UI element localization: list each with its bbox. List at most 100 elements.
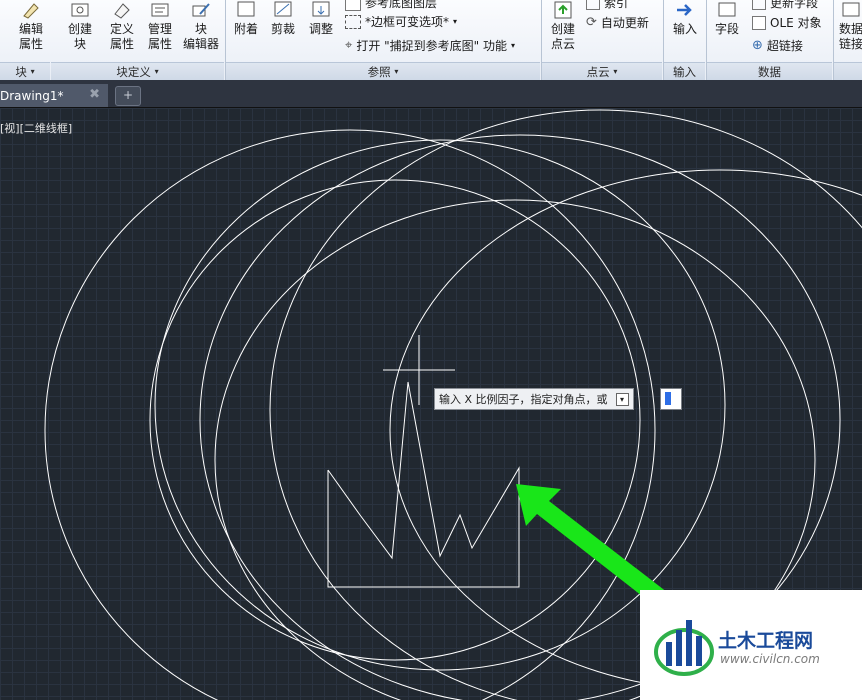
chevron-down-icon: ▾ (613, 67, 618, 76)
ole-object-button[interactable]: OLE 对象 (752, 14, 822, 31)
prompt-text: 输入 X 比例因子，指定对角点，或 (439, 393, 608, 406)
panel-data-label: 数据 (758, 64, 781, 79)
update-fields-label: 更新字段 (770, 0, 819, 10)
watermark: 土木工程网 www.civilcn.com (640, 590, 862, 700)
adjust-label: 调整 (308, 22, 333, 36)
dynamic-input-field[interactable] (660, 388, 682, 410)
clip-label: 剪裁 (270, 22, 295, 36)
panel-reference-title[interactable]: 参照 ▾ (226, 62, 540, 80)
import-button[interactable]: 输入 (668, 0, 702, 37)
manage-attributes-icon (149, 0, 171, 20)
close-icon[interactable]: ✖ (89, 87, 100, 102)
create-point-cloud-label-bottom: 点云 (550, 37, 575, 51)
panel-linking-title (834, 62, 862, 80)
ole-object-label: OLE 对象 (770, 16, 822, 30)
auto-update-button[interactable]: ⟳ 自动更新 (586, 14, 649, 31)
circle-left (149, 179, 641, 661)
edit-attributes-icon (20, 0, 42, 20)
watermark-logo-icon (654, 620, 714, 676)
frame-icon (345, 14, 361, 29)
panel-point-cloud-title[interactable]: 点云 ▾ (542, 62, 662, 80)
clip-button[interactable]: 剪裁 (266, 0, 300, 37)
chevron-down-icon: ▾ (511, 41, 516, 50)
create-block-label-bottom: 块 (73, 37, 86, 51)
field-label: 字段 (714, 22, 739, 36)
snap-to-underlay-dropdown[interactable]: ⌖ 打开 "捕捉到参考底图" 功能 ▾ (345, 37, 515, 54)
chevron-down-icon: ▾ (154, 67, 159, 76)
import-label: 输入 (672, 22, 697, 36)
chevron-down-icon: ▾ (30, 67, 35, 76)
hyperlink-button[interactable]: ⊕ 超链接 (752, 37, 803, 54)
ribbon: 编辑 属性 创建 块 定义 属性 管理 属性 块 编辑器 附着 剪裁 调整 参考… (0, 0, 862, 81)
edit-attributes-button[interactable]: 编辑 属性 (12, 0, 50, 52)
watermark-name: 土木工程网 (718, 630, 814, 652)
panel-point-cloud-label: 点云 (586, 64, 610, 79)
adjust-icon (310, 0, 332, 20)
plus-icon: + (122, 88, 134, 102)
block-editor-label-bottom: 编辑器 (182, 37, 219, 51)
attach-label: 附着 (233, 22, 258, 36)
auto-update-icon: ⟳ (586, 15, 597, 30)
panel-data-title: 数据 (707, 62, 832, 80)
create-point-cloud-label-top: 创建 (550, 22, 575, 36)
circle-outer-left (44, 129, 656, 700)
field-button[interactable]: 字段 (710, 0, 744, 37)
import-arrow-icon (674, 0, 696, 20)
frame-variable-dropdown[interactable]: *边框可变选项* ▾ (345, 13, 457, 30)
file-tab-bar: Drawing1* ✖ + (0, 80, 862, 108)
edit-attributes-label-top: 编辑 (18, 22, 43, 36)
create-block-icon (69, 0, 91, 20)
crown-shape (327, 381, 520, 588)
update-fields-icon (752, 0, 766, 10)
block-editor-icon (190, 0, 212, 20)
hyperlink-icon: ⊕ (752, 38, 763, 53)
data-link-label-bottom: 链接 (838, 37, 862, 51)
index-button[interactable]: 索引 (586, 0, 628, 11)
panel-block-label: 块 (15, 64, 27, 79)
underlay-layers-label: 参考底图图层 (365, 0, 438, 10)
new-tab-button[interactable]: + (115, 86, 141, 106)
panel-import-title: 输入 (664, 62, 705, 80)
data-link-icon (840, 0, 862, 20)
watermark-url: www.civilcn.com (720, 652, 820, 666)
ole-object-icon (752, 15, 766, 30)
attach-icon (235, 0, 257, 20)
block-editor-button[interactable]: 块 编辑器 (180, 0, 222, 52)
tab-drawing1[interactable]: Drawing1* ✖ (0, 84, 108, 107)
panel-import-label: 输入 (673, 64, 696, 79)
update-fields-button[interactable]: 更新字段 (752, 0, 818, 11)
create-block-button[interactable]: 创建 块 (62, 0, 98, 52)
manage-attributes-button[interactable]: 管理 属性 (142, 0, 178, 52)
frame-variable-label: *边框可变选项* (365, 15, 450, 29)
text-caret (665, 392, 671, 405)
snap-to-underlay-label: 打开 "捕捉到参考底图" 功能 (356, 39, 507, 53)
field-icon (716, 0, 738, 20)
underlay-layers-icon (345, 0, 361, 11)
data-link-label-top: 数据 (838, 22, 862, 36)
underlay-layers-button[interactable]: 参考底图图层 (345, 0, 437, 11)
point-cloud-icon (552, 0, 574, 20)
tab-title: Drawing1* (0, 88, 64, 103)
prompt-options-dropdown[interactable]: ▾ (615, 392, 629, 406)
data-link-button[interactable]: 数据 链接 (836, 0, 862, 52)
chevron-down-icon: ▾ (394, 67, 399, 76)
attach-button[interactable]: 附着 (229, 0, 263, 37)
panel-block-title[interactable]: 块 ▾ (0, 62, 50, 80)
chevron-down-icon: ▾ (453, 17, 458, 26)
block-editor-label-top: 块 (194, 22, 207, 36)
command-prompt-tooltip: 输入 X 比例因子，指定对角点，或 ▾ (434, 388, 634, 410)
create-point-cloud-button[interactable]: 创建 点云 (546, 0, 580, 52)
define-attributes-button[interactable]: 定义 属性 (104, 0, 140, 52)
index-icon (586, 0, 600, 10)
clip-icon (272, 0, 294, 20)
snap-icon: ⌖ (345, 38, 353, 53)
manage-attributes-label-bottom: 属性 (147, 37, 172, 51)
define-attributes-label-top: 定义 (109, 22, 134, 36)
manage-attributes-label-top: 管理 (147, 22, 172, 36)
define-attributes-icon (111, 0, 133, 20)
hyperlink-label: 超链接 (766, 39, 803, 53)
adjust-button[interactable]: 调整 (304, 0, 338, 37)
panel-block-definition-title[interactable]: 块定义 ▾ (51, 62, 224, 80)
create-block-label-top: 创建 (67, 22, 92, 36)
panel-block-definition-label: 块定义 (116, 64, 151, 79)
